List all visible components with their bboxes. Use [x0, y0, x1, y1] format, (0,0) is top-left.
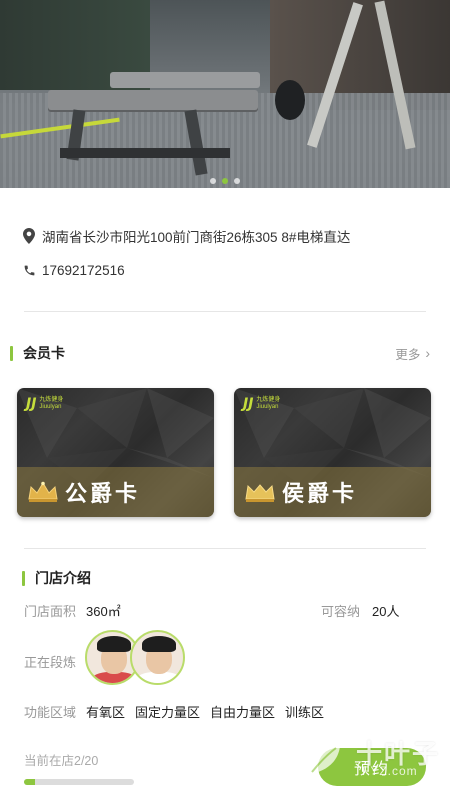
area-label: 门店面积 [24, 604, 77, 619]
occupancy-progress-bar [24, 779, 134, 785]
store-header: 门店介绍 [10, 567, 430, 589]
hero-bench-seat [48, 90, 258, 110]
store-title: 门店介绍 [35, 570, 91, 586]
membership-card-marquis[interactable]: JJ 九炼健身 Jiuulyan 侯爵卡 [234, 388, 431, 517]
section-accent-bar [10, 345, 13, 361]
capacity-label: 可容纳 [321, 604, 361, 619]
divider [24, 548, 426, 549]
brand-logo: JJ 九炼健身 Jiuulyan [26, 396, 63, 412]
capacity-value: 20人 [372, 604, 400, 619]
address-text: 湖南省长沙市阳光100前门商街26栋305 8#电梯直达 [42, 230, 351, 245]
carousel-dot-active[interactable] [222, 178, 228, 184]
logo-sub: Jiuulyan [256, 404, 279, 410]
brand-logo: JJ 九炼健身 Jiuulyan [243, 396, 280, 412]
function-area-tag: 有氧区 [86, 705, 126, 720]
function-label: 功能区域 [24, 705, 77, 720]
logo-sub: Jiuulyan [39, 404, 62, 410]
logo-mark: JJ [26, 396, 37, 412]
logo-text: 九炼健身 [39, 397, 64, 403]
carousel-dot[interactable] [234, 178, 240, 184]
card-name-band: 公爵卡 [17, 467, 214, 517]
card-name: 公爵卡 [65, 481, 141, 506]
function-area-tag: 自由力量区 [210, 705, 276, 720]
avatar-hair [97, 636, 131, 652]
carousel-dot[interactable] [210, 178, 216, 184]
member-avatar[interactable] [130, 630, 185, 685]
crown-icon [28, 481, 58, 502]
hero-plate [275, 80, 305, 120]
carousel-dots [0, 178, 450, 184]
hero-bench-base [60, 148, 230, 158]
logo-mark: JJ [243, 396, 254, 412]
book-button[interactable]: 预约 [318, 748, 426, 786]
phone-icon [22, 262, 36, 278]
card-name-band: 侯爵卡 [234, 467, 431, 517]
occupancy-progress-fill [24, 779, 35, 785]
membership-card-duke[interactable]: JJ 九炼健身 Jiuulyan 公爵卡 [17, 388, 214, 517]
current-occupancy-label: 当前在店2/20 [24, 754, 99, 768]
avatar-hair [142, 636, 176, 652]
phone-text: 17692172516 [42, 262, 125, 278]
phone-row[interactable]: 17692172516 [22, 262, 125, 278]
hero-banner[interactable] [0, 0, 450, 188]
area-value: 360㎡ [86, 604, 121, 619]
function-area-tag: 固定力量区 [135, 705, 201, 720]
divider [24, 311, 426, 312]
address-row[interactable]: 湖南省长沙市阳光100前门商街26栋305 8#电梯直达 [22, 226, 350, 246]
chevron-right-icon: › [425, 345, 430, 361]
more-link[interactable]: 更多 › [395, 344, 430, 363]
membership-title: 会员卡 [23, 345, 65, 361]
function-areas: 有氧区 固定力量区 自由力量区 训练区 [86, 702, 324, 721]
crown-icon [245, 484, 275, 502]
more-label: 更多 [395, 347, 421, 362]
location-pin-icon [22, 228, 36, 244]
membership-header: 会员卡 更多 › [10, 342, 430, 364]
section-accent-bar [22, 570, 25, 586]
hero-bench-back [110, 72, 260, 88]
card-name: 侯爵卡 [282, 481, 358, 506]
function-area-tag: 训练区 [285, 705, 325, 720]
logo-text: 九炼健身 [256, 397, 281, 403]
training-label: 正在段炼 [24, 655, 77, 670]
